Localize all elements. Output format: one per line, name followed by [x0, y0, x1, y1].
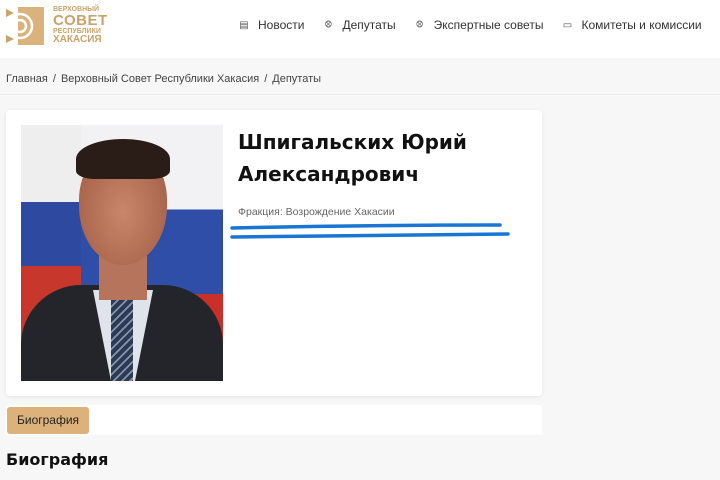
divider	[0, 94, 720, 95]
monitor-icon: ▭	[562, 19, 573, 31]
breadcrumb-council[interactable]: Верховный Совет Республики Хакасия	[61, 73, 259, 85]
logo[interactable]: ВЕРХОВНЫЙ СОВЕТ РЕСПУБЛИКИ ХАКАСИЯ	[6, 5, 107, 49]
logo-emblem-icon	[6, 7, 44, 45]
nav-label: Новости	[258, 18, 305, 32]
logo-line: ХАКАСИЯ	[53, 34, 102, 45]
breadcrumb: Главная / Верховный Совет Республики Хакас…	[6, 73, 322, 85]
deputy-photo	[21, 125, 223, 381]
nav-label: Экспертные советы	[433, 18, 544, 32]
header: ВЕРХОВНЫЙ СОВЕТ РЕСПУБЛИКИ ХАКАСИЯ ▤ Ново…	[0, 0, 720, 58]
breadcrumb-deputies[interactable]: Депутаты	[272, 73, 321, 85]
breadcrumb-home[interactable]: Главная	[6, 73, 48, 85]
highlight-underline	[230, 223, 510, 239]
logo-line: СОВЕТ	[53, 12, 108, 29]
nav-item-committees[interactable]: ▭ Комитеты и комиссии	[561, 18, 702, 32]
tab-bar: Биография	[6, 405, 542, 435]
people-icon: ꕕ	[324, 19, 333, 31]
nav-item-news[interactable]: ▤ Новости	[238, 18, 304, 32]
deputy-card: Шпигальских Юрий Александрович Фракция: …	[6, 110, 542, 396]
nav-label: Депутаты	[342, 18, 396, 32]
people-icon: ꕕ	[415, 19, 424, 31]
nav-label: Комитеты и комиссии	[581, 18, 702, 32]
tab-biography[interactable]: Биография	[7, 407, 90, 434]
nav-item-expert-councils[interactable]: ꕕ Экспертные советы	[414, 18, 544, 32]
section-title: Биография	[6, 450, 109, 469]
nav-item-deputies[interactable]: ꕕ Депутаты	[322, 18, 396, 32]
main-nav: ▤ Новости ꕕ Депутаты ꕕ Экспертные советы ▭ К…	[238, 18, 714, 32]
deputy-faction: Фракция: Возрождение Хакасии	[238, 206, 395, 218]
deputy-name: Шпигальских Юрий Александрович	[238, 130, 467, 186]
newspaper-icon: ▤	[239, 19, 249, 31]
